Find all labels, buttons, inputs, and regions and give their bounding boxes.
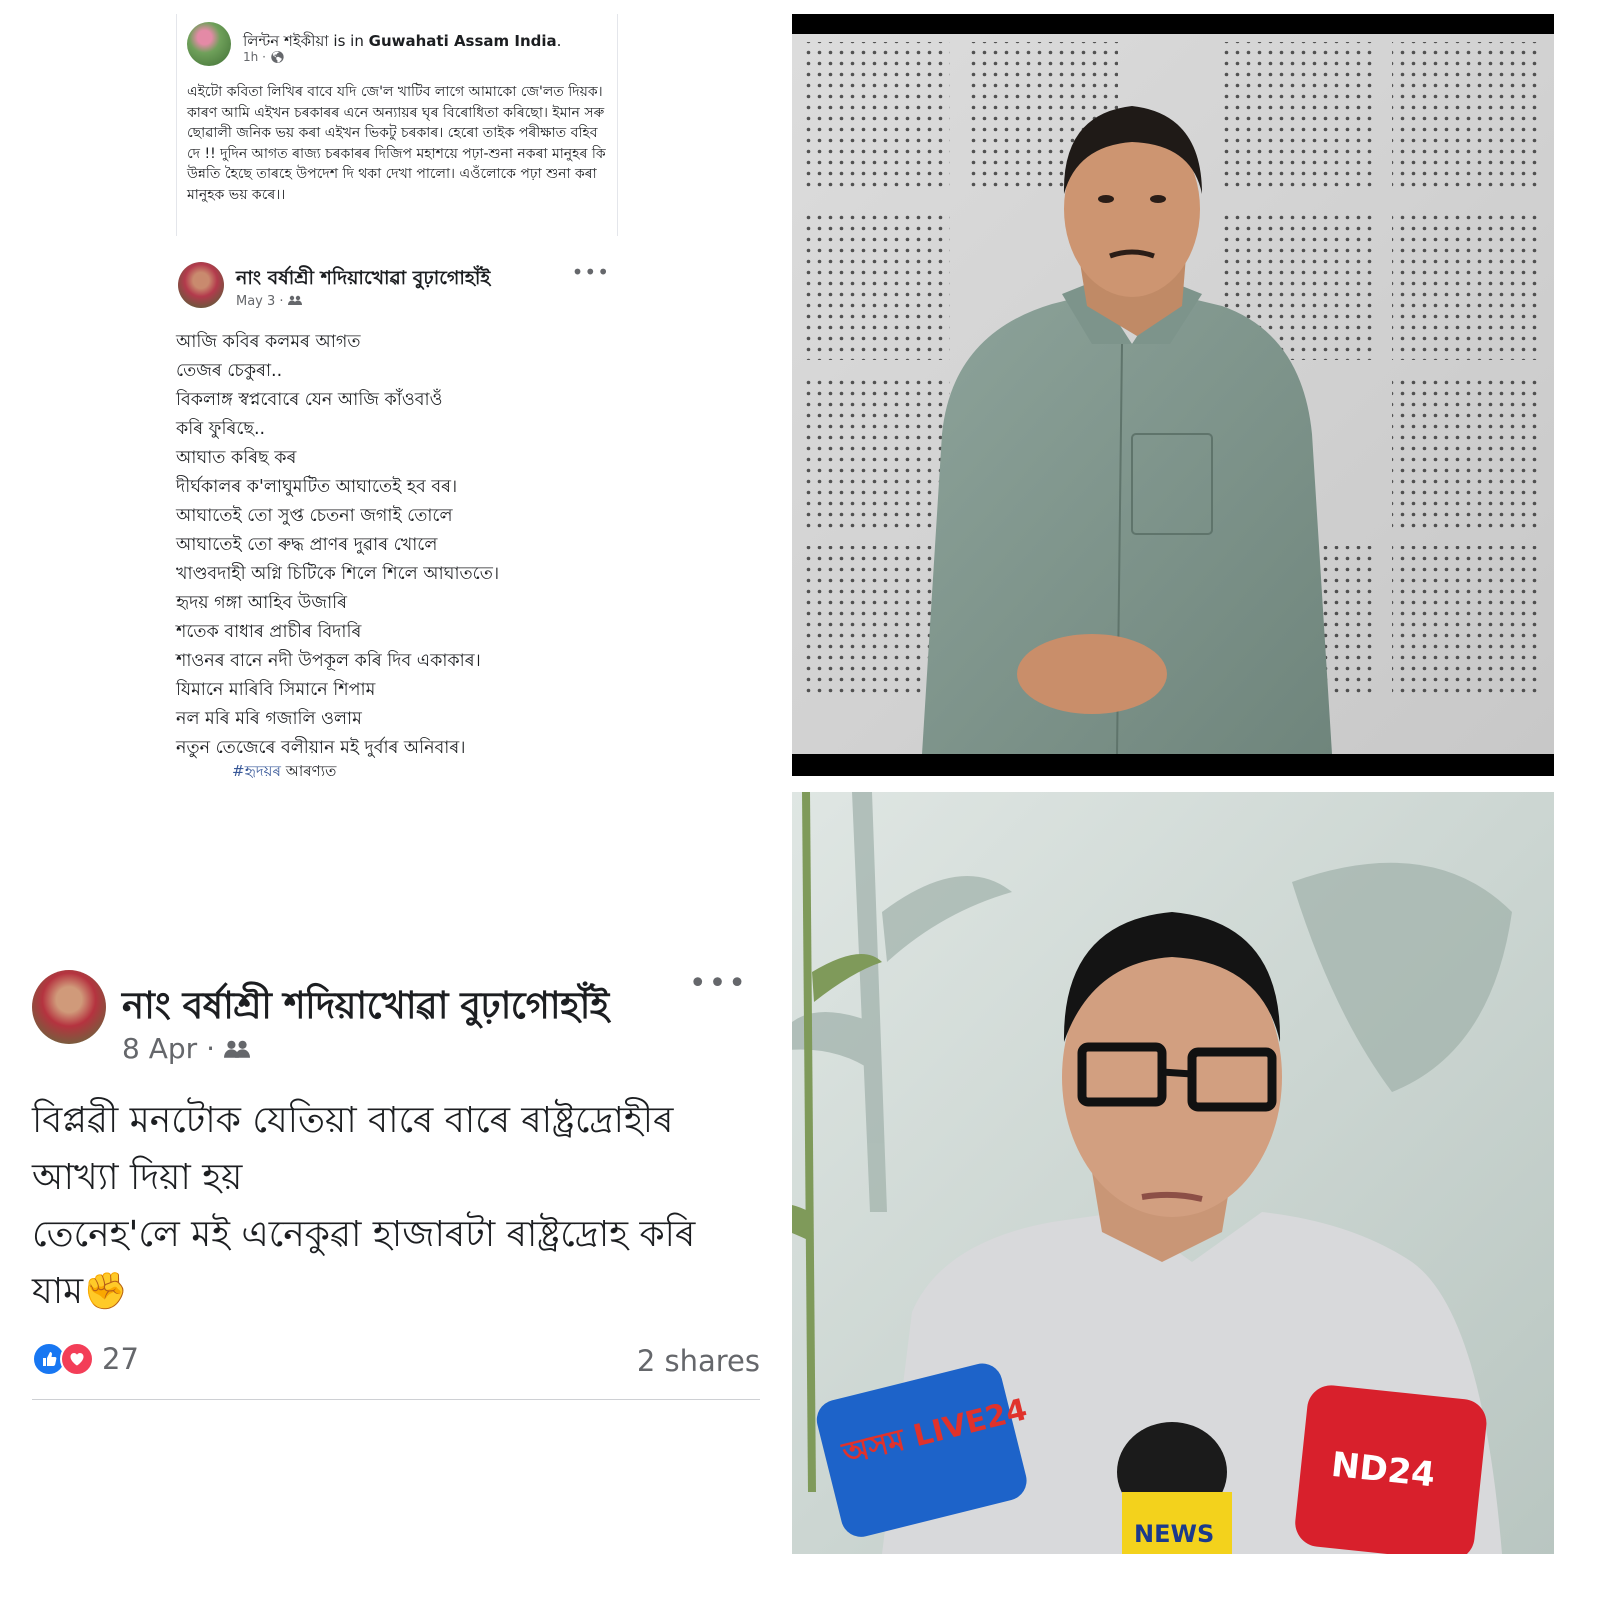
- post-body-line: যাম✊: [32, 1271, 128, 1312]
- poem-line: হৃদয় গঙ্গা আহিব উজাৰি: [176, 593, 348, 613]
- author-name[interactable]: নাং বৰ্ষাশ্ৰী শদিয়াখোৱা বুঢ়াগোহাঁই: [122, 976, 609, 1039]
- poem-line: নল মৰি মৰি গজালি ওলাম: [176, 709, 362, 729]
- poem-line: নতুন তেজেৰে বলীয়ান মই দুৰ্বাৰ অনিবাৰ।: [176, 738, 466, 758]
- author-avatar[interactable]: [187, 22, 231, 66]
- love-icon: [60, 1342, 94, 1376]
- shares-count[interactable]: 2 shares: [637, 1344, 760, 1378]
- hashtag-trailing-text: আৰণ্যত: [285, 762, 337, 778]
- post-body: বিপ্লৱী মনটোক যেতিয়া বাৰে বাৰে ৰাষ্ট্ৰদ…: [32, 1092, 762, 1320]
- reactions-summary[interactable]: 27: [32, 1342, 139, 1376]
- globe-icon: 🌎︎: [269, 50, 285, 64]
- post-large-card: নাং বৰ্ষাশ্ৰী শদিয়াখোৱা বুঢ়াগোহাঁই •••…: [26, 958, 766, 1408]
- post-checkin-card: লিন্টন শইকীয়া is in Guwahati Assam Indi…: [176, 14, 618, 236]
- post-time[interactable]: 1h: [243, 50, 258, 64]
- post-body-line: আখ্যা দিয়া হয়: [32, 1157, 243, 1198]
- post-body-line: বিপ্লৱী মনটোক যেতিয়া বাৰে বাৰে ৰাষ্ট্ৰদ…: [32, 1100, 674, 1141]
- poem-line: শাওনৰ বানে নদী উপকূল কৰি দিব একাকাৰ।: [176, 651, 481, 671]
- poem-line: আজি কবিৰ কলমৰ আগত: [176, 332, 361, 352]
- author-name[interactable]: লিন্টন শইকীয়া: [243, 32, 329, 50]
- poem-line: দীৰ্ঘকালৰ ক'লাঘুমটিত আঘাতেই হব বৰ।: [176, 477, 458, 497]
- reaction-count: 27: [102, 1342, 139, 1376]
- mic-label: NEWS: [1134, 1520, 1214, 1548]
- post-header: লিন্টন শইকীয়া is in Guwahati Assam Indi…: [243, 32, 562, 50]
- friends-icon: [287, 294, 302, 309]
- more-options-button[interactable]: •••: [572, 260, 610, 284]
- hashtag-link[interactable]: #হৃদয়ৰ: [232, 762, 281, 778]
- post-date[interactable]: May 3: [236, 294, 275, 309]
- press-interview-photo: অসম LIVE24 NEWS ND24: [792, 792, 1554, 1554]
- friends-icon: [223, 1032, 250, 1065]
- post-meta: 8 Apr ·: [122, 1032, 250, 1065]
- post-body-line: তেনেহ'লে মই এনেকুৱা হাজাৰটা ৰাষ্ট্ৰদ্ৰোহ…: [32, 1214, 696, 1255]
- poem-line: আঘাতেই তো সুপ্ত চেতনা জগাই তোলে: [176, 506, 453, 526]
- post-meta: 1h · 🌎︎: [243, 50, 285, 64]
- hashtag-line: #হৃদয়ৰ আৰণ্যত: [232, 760, 336, 778]
- post-meta: May 3 ·: [236, 294, 302, 309]
- post-body: এইটো কবিতা লিখিৰ বাবে যদি জে'ল খাটিব লাগ…: [187, 84, 606, 203]
- is-in-text: is in: [333, 32, 364, 50]
- video-frame-photo: [792, 14, 1554, 776]
- author-name[interactable]: নাং বৰ্ষাশ্ৰী শদিয়াখোৱা বুঢ়াগোহাঁই: [236, 264, 490, 296]
- poem-line: শতেক বাধাৰ প্ৰাচীৰ বিদাৰি: [176, 622, 362, 642]
- author-avatar[interactable]: [32, 970, 106, 1044]
- poem-line: আঘাতেই তো ৰুদ্ধ প্ৰাণৰ দুৱাৰ খোলে: [176, 535, 438, 555]
- poem-line: যিমানে মাৰিবি সিমানে শিপাম: [176, 680, 376, 700]
- author-avatar[interactable]: [178, 262, 224, 308]
- poem-body: আজি কবিৰ কলমৰ আগত তেজৰ চেকুৰা.. বিকলাঙ্গ…: [176, 328, 499, 763]
- poem-line: বিকলাঙ্গ স্বপ্নবোৰে যেন আজি কাঁওবাওঁ: [176, 390, 443, 410]
- poem-line: খাণ্ডবদাহী অগ্নি চিটিকে শিলে শিলে আঘাততে…: [176, 564, 500, 584]
- divider: [32, 1399, 760, 1400]
- more-options-button[interactable]: •••: [689, 966, 748, 1001]
- post-date[interactable]: 8 Apr: [122, 1032, 197, 1065]
- poem-line: তেজৰ চেকুৰা..: [176, 361, 283, 381]
- post-poem-card: নাং বৰ্ষাশ্ৰী শদিয়াখোৱা বুঢ়াগোহাঁই May…: [168, 252, 624, 778]
- location-link[interactable]: Guwahati Assam India: [369, 32, 557, 50]
- poem-line: আঘাত কৰিছ কৰ: [176, 448, 297, 468]
- poem-line: কৰি ফুৰিছে..: [176, 419, 266, 439]
